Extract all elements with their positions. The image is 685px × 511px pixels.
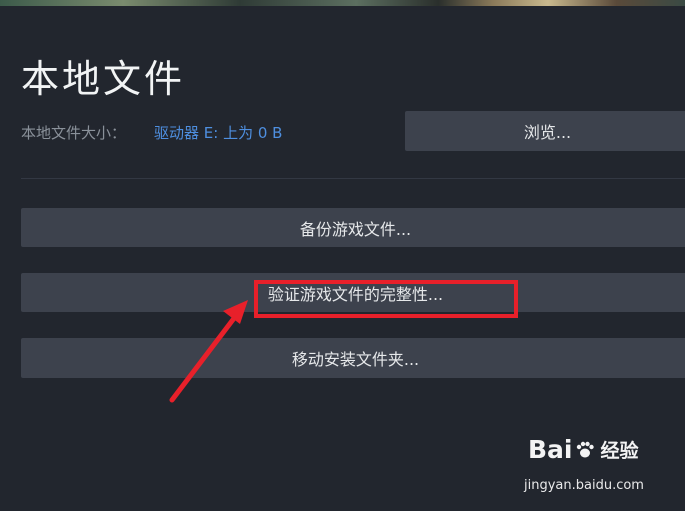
watermark-brand-right: 经验 (600, 440, 639, 462)
verify-button-label: 验证游戏文件的完整性... (267, 284, 444, 304)
watermark-logo: Bai 经验 (528, 435, 639, 464)
watermark-url: jingyan.baidu.com (524, 478, 644, 493)
page-title: 本地文件 (21, 57, 186, 101)
browse-button[interactable]: 浏览... (405, 111, 685, 151)
move-install-folder-button[interactable]: 移动安装文件夹... (21, 338, 685, 378)
disk-size-label: 本地文件大小： (21, 124, 127, 142)
divider (21, 178, 685, 179)
move-button-label: 移动安装文件夹... (291, 350, 420, 369)
watermark-brand-left: Bai (528, 435, 573, 464)
header-banner-image (0, 0, 685, 6)
paw-icon (576, 441, 594, 457)
verify-integrity-button[interactable]: 验证游戏文件的完整性... (21, 273, 685, 312)
backup-game-files-button[interactable]: 备份游戏文件... (21, 208, 685, 247)
disk-size-link[interactable]: 驱动器 E: 上为 0 B (154, 122, 282, 143)
backup-button-label: 备份游戏文件... (299, 219, 412, 239)
browse-button-label: 浏览... (523, 123, 572, 142)
